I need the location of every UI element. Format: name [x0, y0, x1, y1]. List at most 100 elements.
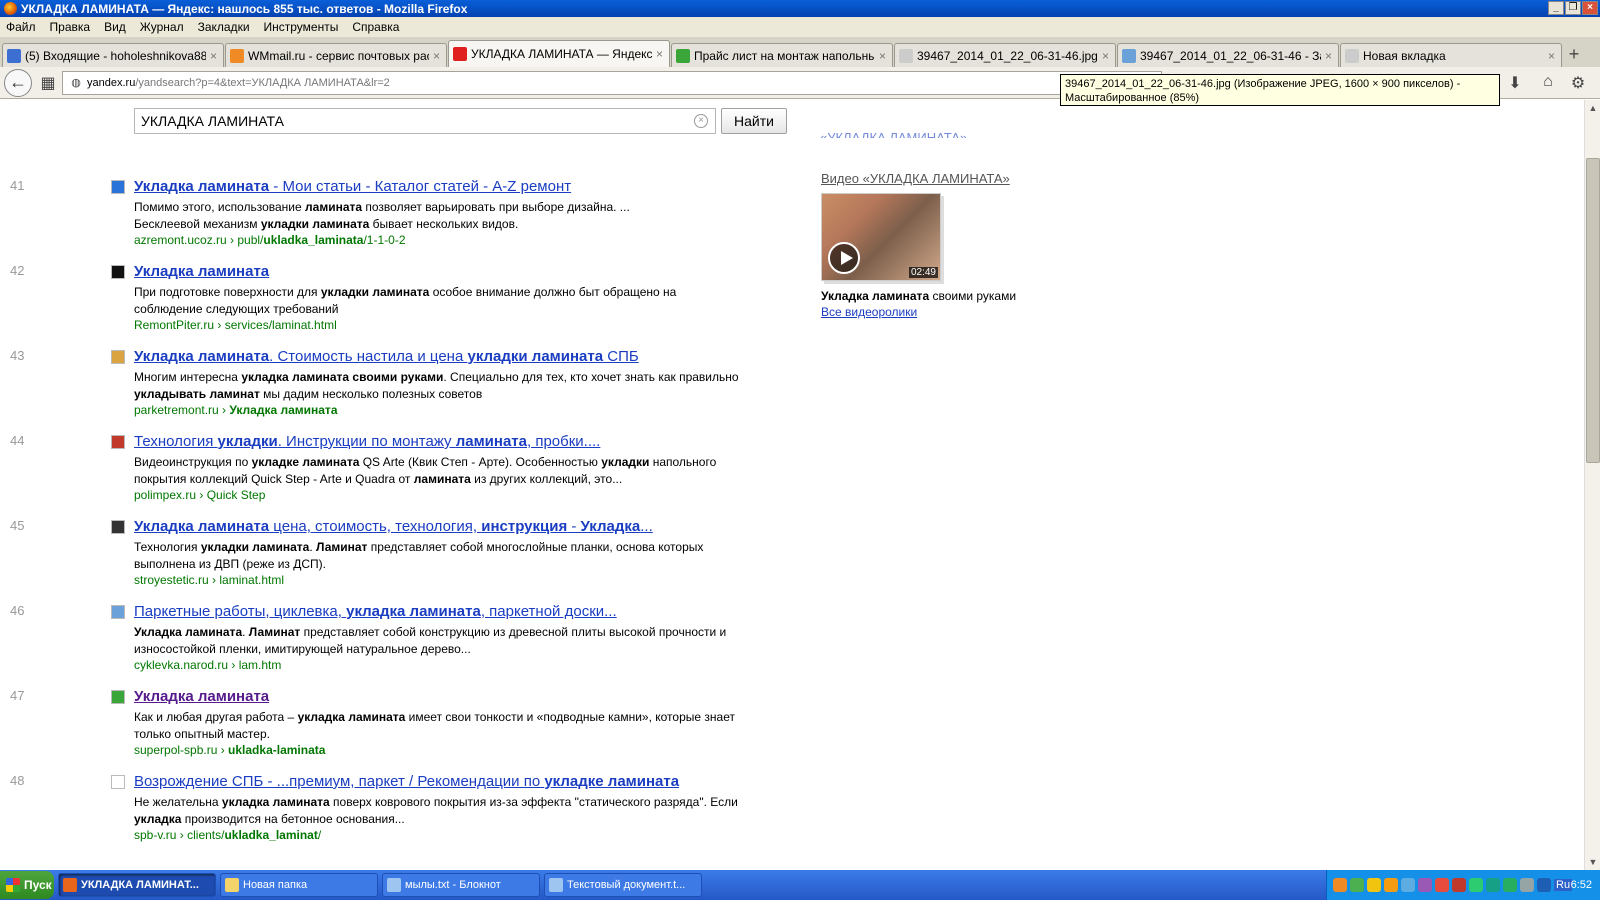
- task-icon: [549, 878, 563, 892]
- tray-icon[interactable]: [1333, 878, 1347, 892]
- language-indicator[interactable]: Ru: [1554, 879, 1573, 891]
- tab-2[interactable]: УКЛАДКА ЛАМИНАТА — Яндекс: ... ×: [448, 40, 670, 67]
- tab-favicon: [1345, 48, 1359, 63]
- scrollbar-thumb[interactable]: [1586, 158, 1600, 463]
- page-info-icon[interactable]: ▦: [38, 73, 58, 93]
- clear-search-icon[interactable]: ×: [694, 114, 708, 128]
- tab-3[interactable]: Прайс лист на монтаж напольных... ×: [671, 43, 893, 67]
- tab-close-icon[interactable]: ×: [1102, 49, 1109, 63]
- result-title-link[interactable]: Возрождение СПБ - ...премиум, паркет / Р…: [134, 773, 679, 790]
- tray-icon[interactable]: [1503, 878, 1517, 892]
- result-favicon: [111, 690, 125, 704]
- menu-view[interactable]: Вид: [104, 20, 126, 34]
- scroll-up-icon[interactable]: ▲: [1585, 100, 1600, 116]
- tab-favicon: [676, 48, 690, 63]
- tab-4[interactable]: 39467_2014_01_22_06-31-46.jpg (... ×: [894, 43, 1116, 67]
- result-title-link[interactable]: Технология укладки. Инструкции по монтаж…: [134, 433, 600, 450]
- tray-icon[interactable]: [1367, 878, 1381, 892]
- tab-close-icon[interactable]: ×: [1548, 49, 1555, 63]
- menu-help[interactable]: Справка: [352, 20, 399, 34]
- tray-icon[interactable]: [1350, 878, 1364, 892]
- restore-button[interactable]: ❐: [1565, 1, 1581, 15]
- all-videos-link[interactable]: Все видеоролики: [821, 305, 917, 319]
- tray-icon[interactable]: [1537, 878, 1551, 892]
- menu-tools[interactable]: Инструменты: [264, 20, 339, 34]
- tray-icon[interactable]: [1435, 878, 1449, 892]
- minimize-button[interactable]: _: [1548, 1, 1564, 15]
- result-snippet: Технология укладки ламината. Ламинат пре…: [134, 540, 704, 571]
- tab-close-icon[interactable]: ×: [879, 49, 886, 63]
- menu-edit[interactable]: Правка: [50, 20, 91, 34]
- tab-1[interactable]: WMmail.ru - сервис почтовых расс... ×: [225, 43, 447, 67]
- tab-5[interactable]: 39467_2014_01_22_06-31-46 - За... ×: [1117, 43, 1339, 67]
- result-number: 44: [10, 433, 25, 448]
- tray-icon[interactable]: [1520, 878, 1534, 892]
- menu-bookmarks[interactable]: Закладки: [198, 20, 250, 34]
- video-thumbnail[interactable]: 02:49: [821, 193, 941, 281]
- result-url[interactable]: RemontPiter.ru › services/laminat.html: [134, 318, 337, 332]
- result-title-link[interactable]: Укладка ламината цена, стоимость, технол…: [134, 518, 653, 535]
- result-snippet: Видеоинструкция по укладке ламината QS A…: [134, 455, 717, 486]
- taskbar-task[interactable]: УКЛАДКА ЛАМИНАТ...: [58, 873, 216, 897]
- tab-close-icon[interactable]: ×: [210, 49, 217, 63]
- home-icon[interactable]: ⌂: [1538, 73, 1558, 93]
- clock[interactable]: 6:52: [1571, 879, 1592, 891]
- result-title-link[interactable]: Укладка ламината - Мои статьи - Каталог …: [134, 178, 571, 195]
- result-favicon: [111, 435, 125, 449]
- tab-close-icon[interactable]: ×: [656, 47, 663, 61]
- result-url[interactable]: parketremont.ru › Укладка ламината: [134, 403, 338, 417]
- result-number: 46: [10, 603, 25, 618]
- url-bar[interactable]: ◍ yandex.ru /yandsearch?p=4&text=УКЛАДКА…: [62, 71, 1162, 95]
- tab-favicon: [453, 47, 467, 61]
- result-title-link[interactable]: Укладка ламината: [134, 688, 269, 705]
- result-url[interactable]: azremont.ucoz.ru › publ/ukladka_laminata…: [134, 233, 406, 247]
- result-title-link[interactable]: Укладка ламината. Стоимость настила и це…: [134, 348, 639, 365]
- task-label: мылы.txt - Блокнот: [405, 879, 501, 891]
- result-favicon: [111, 520, 125, 534]
- result-snippet: Помимо этого, использование ламината поз…: [134, 200, 630, 231]
- start-button[interactable]: Пуск: [0, 871, 54, 899]
- taskbar-task[interactable]: Новая папка: [220, 873, 378, 897]
- search-input[interactable]: УКЛАДКА ЛАМИНАТА: [134, 108, 716, 134]
- video-heading[interactable]: Видео «УКЛАДКА ЛАМИНАТА»: [821, 171, 1010, 186]
- tray-icon[interactable]: [1486, 878, 1500, 892]
- page-scrollbar[interactable]: ▲ ▼: [1584, 100, 1600, 870]
- result-url[interactable]: polimpex.ru › Quick Step: [134, 488, 265, 502]
- play-icon[interactable]: [828, 242, 860, 274]
- scroll-down-icon[interactable]: ▼: [1585, 854, 1600, 870]
- window-titlebar: УКЛАДКА ЛАМИНАТА — Яндекс: нашлось 855 т…: [0, 0, 1600, 17]
- taskbar-task[interactable]: мылы.txt - Блокнот: [382, 873, 540, 897]
- result-url[interactable]: spb-v.ru › clients/ukladka_laminat/: [134, 828, 321, 842]
- tray-icon[interactable]: [1401, 878, 1415, 892]
- new-tab-button[interactable]: +: [1563, 43, 1585, 67]
- menu-history[interactable]: Журнал: [140, 20, 184, 34]
- download-icon[interactable]: ⬇: [1505, 73, 1525, 93]
- search-button[interactable]: Найти: [721, 108, 787, 134]
- addon-icon[interactable]: ⚙: [1568, 73, 1588, 93]
- tray-icon[interactable]: [1452, 878, 1466, 892]
- result-url[interactable]: stroyestetic.ru › laminat.html: [134, 573, 284, 587]
- tab-close-icon[interactable]: ×: [1325, 49, 1332, 63]
- tray-icon[interactable]: [1384, 878, 1398, 892]
- tray-icon[interactable]: [1418, 878, 1432, 892]
- top-cut-link[interactable]: «УКЛАДКА ЛАМИНАТА»: [820, 130, 967, 138]
- tab-6[interactable]: Новая вкладка ×: [1340, 43, 1562, 67]
- back-button[interactable]: ←: [4, 68, 32, 97]
- close-button[interactable]: ×: [1582, 1, 1598, 15]
- search-result: 42 Укладка ламината При подготовке поверхн…: [0, 263, 760, 343]
- result-url[interactable]: superpol-spb.ru › ukladka-laminata: [134, 743, 325, 757]
- tray-icon[interactable]: [1469, 878, 1483, 892]
- result-snippet: При подготовке поверхности для укладки л…: [134, 285, 677, 316]
- tab-0[interactable]: (5) Входящие - hoholeshnikova88... ×: [2, 43, 224, 67]
- result-url[interactable]: cyklevka.narod.ru › lam.htm: [134, 658, 281, 672]
- result-title-link[interactable]: Укладка ламината: [134, 263, 269, 280]
- search-result: 44 Технология укладки. Инструкции по монт…: [0, 433, 760, 513]
- result-number: 41: [10, 178, 25, 193]
- result-title-link[interactable]: Паркетные работы, циклевка, укладка лами…: [134, 603, 617, 620]
- tab-favicon: [7, 48, 21, 63]
- video-title[interactable]: Укладка ламината своими руками: [821, 289, 1016, 303]
- task-icon: [225, 878, 239, 892]
- menu-file[interactable]: Файл: [6, 20, 36, 34]
- tab-close-icon[interactable]: ×: [433, 49, 440, 63]
- taskbar-task[interactable]: Текстовый документ.t...: [544, 873, 702, 897]
